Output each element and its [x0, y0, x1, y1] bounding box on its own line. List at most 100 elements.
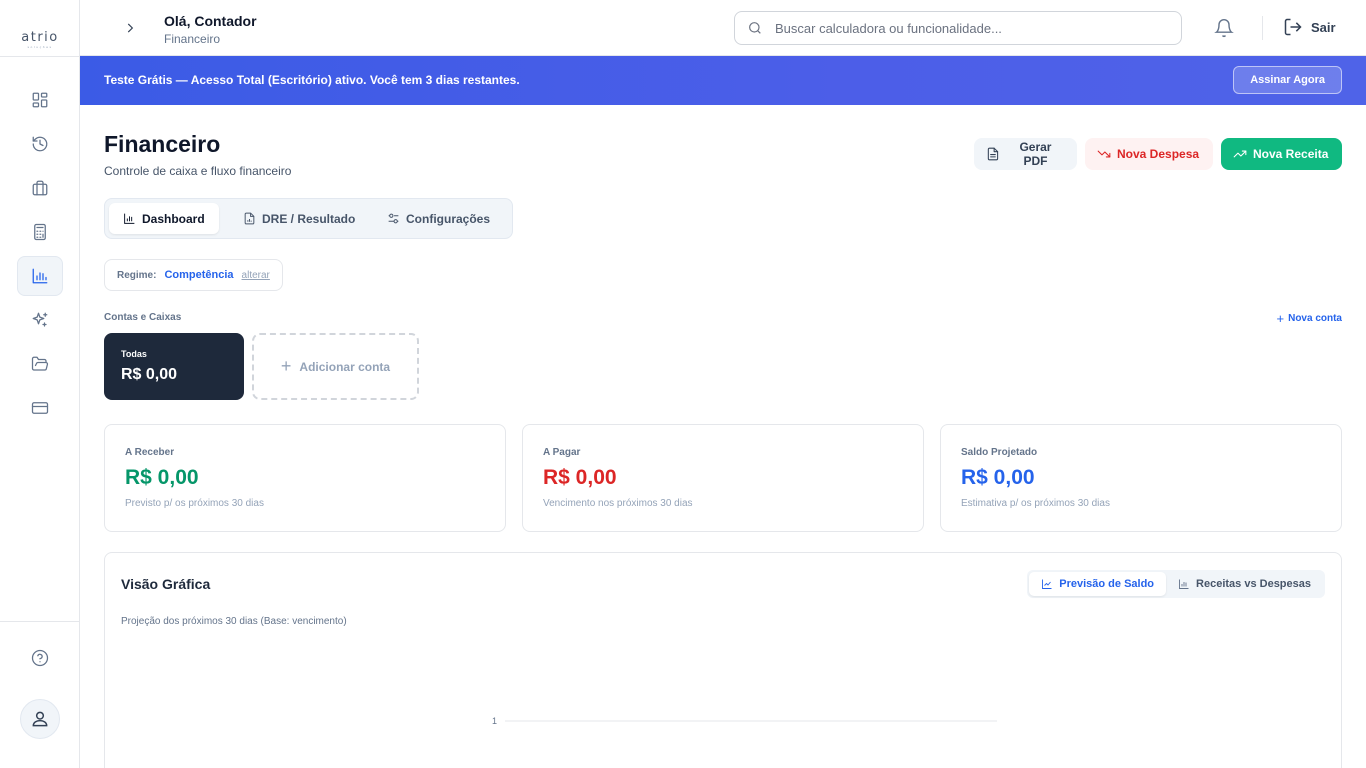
trial-banner: Teste Grátis — Acesso Total (Escritório)…	[80, 56, 1366, 105]
history-icon	[32, 136, 48, 152]
tab-dashboard[interactable]: Dashboard	[109, 203, 219, 234]
kpi-title: A Pagar	[543, 447, 581, 458]
kpi-value: R$ 0,00	[543, 466, 617, 489]
divider	[0, 621, 80, 622]
tab-configuracoes[interactable]: Configurações	[373, 203, 504, 234]
chart-card: Visão Gráfica Previsão de Saldo Receitas…	[104, 552, 1342, 768]
toggle-income-vs-expense-label: Receitas vs Despesas	[1196, 578, 1311, 590]
balance-forecast-chart: 1	[492, 716, 997, 726]
sidebar-item-billing[interactable]	[17, 388, 63, 428]
calculator-icon	[34, 223, 46, 241]
regime-selector: Regime: Competência alterar	[104, 259, 283, 291]
divider	[0, 56, 80, 57]
app-logo-sub: soluções	[27, 45, 53, 49]
grid-icon	[32, 92, 48, 108]
accounts-section-label: Contas e Caixas	[104, 312, 182, 323]
log-out-icon	[1284, 18, 1302, 36]
user-icon	[32, 711, 48, 727]
line-chart-icon	[1042, 579, 1052, 589]
regime-change-link[interactable]: alterar	[242, 270, 270, 281]
expand-sidebar-button[interactable]	[120, 18, 140, 38]
trial-banner-text: Teste Grátis — Acesso Total (Escritório)…	[104, 73, 520, 87]
tab-dre[interactable]: DRE / Resultado	[229, 203, 369, 234]
sliders-icon	[388, 213, 399, 224]
top-header: Olá, Contador Financeiro Sair	[80, 0, 1366, 56]
account-card-all[interactable]: Todas R$ 0,00	[104, 333, 244, 400]
regime-label: Regime:	[117, 269, 157, 281]
sidebar-item-dashboard[interactable]	[17, 80, 63, 120]
app-logo-text: atrio	[21, 30, 59, 45]
tab-dre-label: DRE / Resultado	[262, 211, 356, 226]
sidebar-item-folders[interactable]	[17, 344, 63, 384]
bell-icon	[1214, 19, 1234, 38]
kpi-value: R$ 0,00	[125, 466, 199, 489]
tab-dashboard-label: Dashboard	[142, 211, 205, 226]
chart-view-toggle: Previsão de Saldo Receitas vs Despesas	[1027, 570, 1325, 598]
chevron-right-icon	[127, 23, 134, 33]
sparkles-icon	[32, 312, 48, 327]
bar-chart-icon	[32, 268, 48, 284]
trending-down-icon	[1097, 150, 1111, 158]
new-income-button[interactable]: Nova Receita	[1221, 138, 1342, 170]
add-account-button[interactable]: + Adicionar conta	[252, 333, 419, 400]
new-account-link[interactable]: + Nova conta	[1277, 311, 1343, 326]
kpi-card-payable: A Pagar R$ 0,00 Vencimento nos próximos …	[522, 424, 924, 532]
toggle-balance-forecast[interactable]: Previsão de Saldo	[1029, 572, 1167, 596]
greeting-subtitle: Financeiro	[164, 32, 221, 46]
notifications-button[interactable]	[1214, 18, 1234, 38]
briefcase-icon	[32, 180, 48, 196]
app-logo[interactable]: atrio soluções	[0, 30, 80, 49]
credit-card-icon	[31, 402, 49, 414]
kpi-title: Saldo Projetado	[961, 447, 1038, 458]
user-avatar[interactable]	[20, 699, 60, 739]
search-icon	[749, 22, 761, 34]
bar-chart-icon	[124, 213, 135, 224]
toggle-balance-forecast-label: Previsão de Saldo	[1059, 578, 1155, 590]
logout-button[interactable]: Sair	[1283, 17, 1336, 37]
new-expense-button[interactable]: Nova Despesa	[1085, 138, 1213, 170]
kpi-card-projected-balance: Saldo Projetado R$ 0,00 Estimativa p/ os…	[940, 424, 1342, 532]
page-subtitle: Controle de caixa e fluxo financeiro	[104, 164, 292, 178]
bar-chart-icon	[1179, 579, 1189, 589]
generate-pdf-button[interactable]: Gerar PDF	[974, 138, 1077, 170]
plus-icon: +	[280, 356, 292, 376]
sidebar-item-history[interactable]	[17, 124, 63, 164]
y-tick-label: 1	[492, 716, 497, 726]
add-account-label: Adicionar conta	[299, 359, 391, 374]
new-income-label: Nova Receita	[1253, 147, 1329, 161]
file-chart-icon	[244, 212, 255, 225]
sidebar-item-help[interactable]	[17, 638, 63, 678]
sidebar-item-briefcase[interactable]	[17, 168, 63, 208]
sidebar-item-ai[interactable]	[17, 300, 63, 340]
account-name: Todas	[121, 349, 147, 359]
file-text-icon	[987, 147, 999, 161]
chart-title: Visão Gráfica	[121, 576, 211, 592]
logout-label: Sair	[1311, 19, 1336, 35]
main-content: Financeiro Controle de caixa e fluxo fin…	[80, 105, 1366, 768]
sidebar-item-financeiro[interactable]	[17, 256, 63, 296]
new-expense-label: Nova Despesa	[1117, 147, 1200, 161]
kpi-subtitle: Previsto p/ os próximos 30 dias	[125, 498, 264, 509]
tab-bar: Dashboard DRE / Resultado Configurações	[104, 198, 513, 239]
help-circle-icon	[31, 649, 49, 667]
folder-open-icon	[31, 356, 49, 371]
divider	[1262, 16, 1263, 40]
search-box[interactable]	[734, 11, 1182, 45]
greeting: Olá, Contador	[164, 13, 257, 29]
chart-subtitle: Projeção dos próximos 30 dias (Base: ven…	[121, 616, 347, 627]
sidebar-item-calculator[interactable]	[17, 212, 63, 252]
trending-up-icon	[1233, 150, 1247, 158]
tab-configuracoes-label: Configurações	[406, 211, 491, 226]
new-account-label: Nova conta	[1288, 313, 1342, 324]
kpi-title: A Receber	[125, 447, 175, 458]
search-input[interactable]	[775, 20, 1155, 36]
kpi-card-receivable: A Receber R$ 0,00 Previsto p/ os próximo…	[104, 424, 506, 532]
subscribe-button[interactable]: Assinar Agora	[1233, 66, 1342, 94]
account-balance: R$ 0,00	[121, 366, 178, 383]
kpi-subtitle: Vencimento nos próximos 30 dias	[543, 498, 693, 509]
kpi-value: R$ 0,00	[961, 466, 1035, 489]
toggle-income-vs-expense[interactable]: Receitas vs Despesas	[1166, 572, 1323, 596]
regime-value: Competência	[164, 269, 234, 281]
generate-pdf-label: Gerar PDF	[1019, 140, 1052, 168]
plus-icon: +	[1276, 311, 1285, 326]
